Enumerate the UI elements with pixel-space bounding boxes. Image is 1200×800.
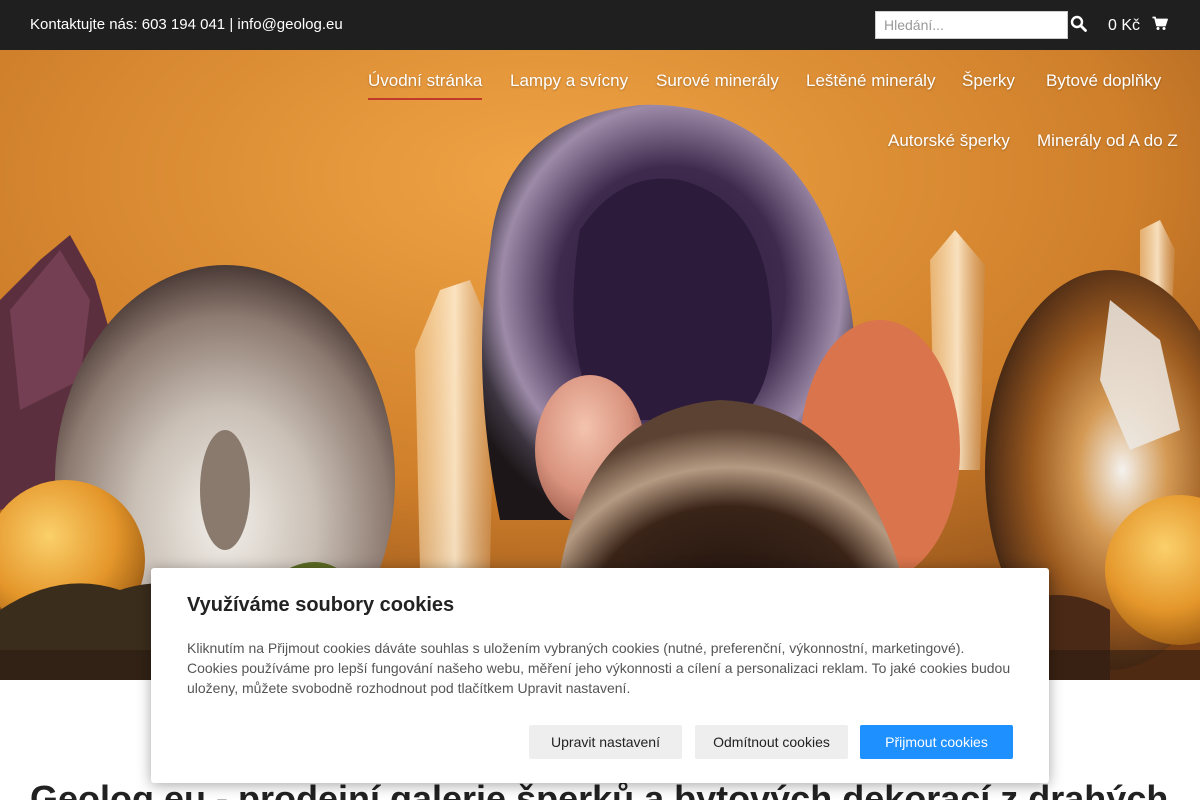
cookie-reject-button[interactable]: Odmítnout cookies xyxy=(695,725,848,759)
nav-item-raw-minerals[interactable]: Surové minerály xyxy=(656,71,779,91)
nav-item-polished-minerals[interactable]: Leštěné minerály xyxy=(806,71,935,91)
nav-item-jewelry[interactable]: Šperky xyxy=(962,71,1015,91)
contact-info: Kontaktujte nás: 603 194 041 | info@geol… xyxy=(30,16,343,33)
nav-item-home-accessories[interactable]: Bytové doplňky xyxy=(1046,71,1161,91)
search-icon[interactable] xyxy=(1070,15,1090,35)
cookie-accept-button[interactable]: Přijmout cookies xyxy=(860,725,1013,759)
top-bar: Kontaktujte nás: 603 194 041 | info@geol… xyxy=(0,0,1200,50)
cookie-text: Kliknutím na Přijmout cookies dáváte sou… xyxy=(187,640,1011,696)
cookie-dialog: Využíváme soubory cookies Kliknutím na P… xyxy=(151,568,1049,783)
cart-icon xyxy=(1152,16,1168,36)
cart-total: 0 Kč xyxy=(1108,17,1141,34)
cookie-title: Využíváme soubory cookies xyxy=(187,594,455,616)
cart-button[interactable]: 0 Kč xyxy=(1108,16,1168,36)
nav-item-home[interactable]: Úvodní stránka xyxy=(368,71,483,100)
nav-item-minerals-a-z[interactable]: Minerály od A do Z xyxy=(1037,131,1178,151)
search-box[interactable] xyxy=(875,11,1068,39)
nav-item-lamps[interactable]: Lampy a svícny xyxy=(510,71,628,91)
search-input[interactable] xyxy=(876,12,1067,38)
nav-item-author-jewelry[interactable]: Autorské šperky xyxy=(888,131,1010,151)
cookie-settings-button[interactable]: Upravit nastavení xyxy=(529,725,682,759)
